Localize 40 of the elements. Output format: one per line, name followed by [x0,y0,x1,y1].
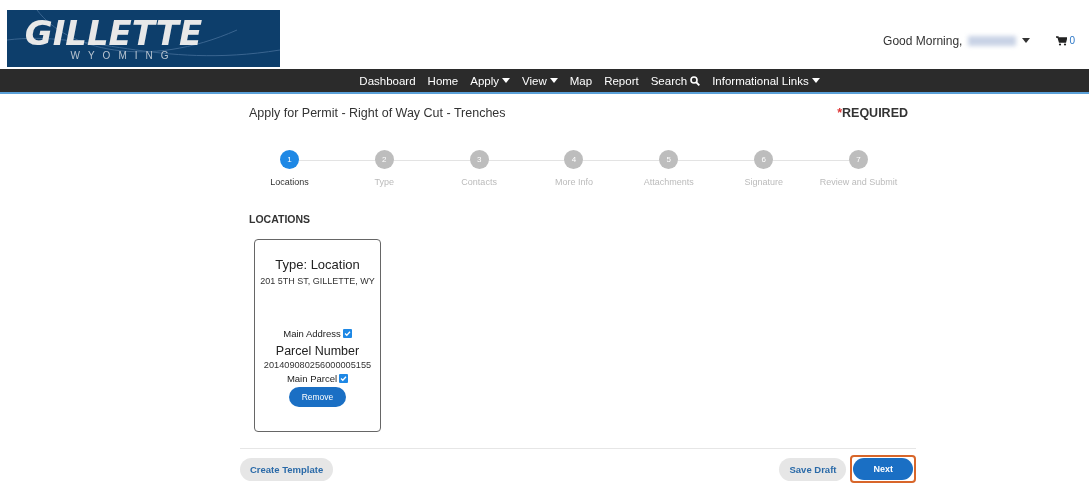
caret-icon [811,78,820,83]
step-label: Contacts [461,177,497,187]
city-logo[interactable]: GILLETTE WYOMING [7,10,280,67]
checkbox[interactable] [342,329,352,338]
search-icon [690,75,701,86]
checkbox-label: Main Parcel [286,373,338,384]
address-text: 201 5TH ST, GILLETTE, WY [260,276,375,286]
nav-link[interactable]: Report [604,74,639,87]
step-label: Attachments [643,177,694,187]
step-label: Locations [270,177,309,187]
remove-button[interactable]: Remove [288,387,347,407]
section-title: LOCATIONS [249,213,312,225]
step-circle[interactable]: 1 [279,150,299,169]
create-template-button[interactable]: Create Template [240,457,334,481]
caret-icon [549,78,558,83]
caret-icon [1022,38,1031,43]
cart-icon[interactable] [1056,35,1068,46]
greeting-text: Good Morning, [883,33,963,48]
parcel-title: Parcel Number [275,344,360,358]
nav-link[interactable]: Apply [470,74,511,87]
nav-link[interactable]: Dashboard [359,74,416,87]
caret-icon [502,78,511,83]
page-title: Apply for Permit - Right of Way Cut - Trenches [249,106,506,120]
cart-count: 0 [1069,35,1075,46]
checkbox-label: Main Address [283,328,341,339]
card-title: Type: Location [275,257,360,272]
nav-link[interactable]: Informational Links [712,74,820,87]
step-label: Type [374,177,395,187]
step-label: Review and Submit [819,177,898,187]
nav-link[interactable]: View [522,74,558,87]
checkbox[interactable] [339,374,349,383]
next-button[interactable]: Next [853,458,913,480]
parcel-number: 201409080256000005155 [263,360,372,370]
nav-link[interactable]: Search [650,74,701,87]
nav-link[interactable]: Home [427,74,459,87]
nav-link[interactable]: Map [569,74,593,87]
step-label: Signature [744,177,783,187]
save-draft-button[interactable]: Save Draft [779,457,847,481]
required-label: *REQUIRED [837,106,908,120]
step-label: More Info [554,177,593,187]
